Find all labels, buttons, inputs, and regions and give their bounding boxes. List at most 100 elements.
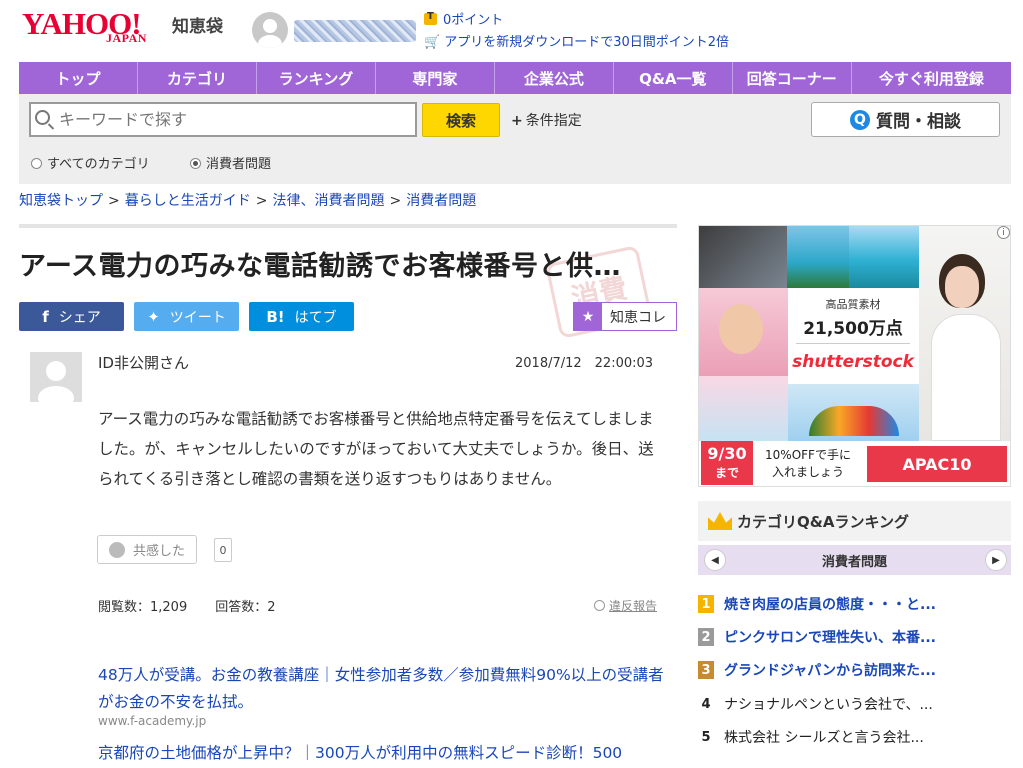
promo-off-line2: 入れましょう	[771, 465, 844, 479]
breadcrumb-separator: >	[255, 193, 268, 209]
share-hatena-button[interactable]: B! はてブ	[249, 302, 354, 331]
ranking-item[interactable]: 3 グランドジャパンから訪問来た...	[698, 655, 1011, 685]
radio-on-icon	[190, 158, 201, 169]
rank-badge: 2	[698, 628, 714, 646]
promo-date-line1: 9/30	[707, 444, 747, 463]
ranking-item[interactable]: 2 ピンクサロンで理性失い、本番...	[698, 622, 1011, 652]
question-stats: 閲覧数：1,209 回答数：2	[98, 596, 276, 615]
cart-icon: 🛒	[424, 35, 441, 50]
ranking-title: カテゴリQ&Aランキング	[737, 512, 909, 531]
search-input[interactable]	[29, 102, 417, 137]
points-label: 0ポイント	[443, 13, 504, 28]
empathy-count: 0	[214, 538, 232, 562]
conditions-link[interactable]: + 条件指定	[511, 110, 582, 130]
promo-box: 高品質素材 21,500万点 shutterstock	[788, 288, 918, 384]
report-label: 違反報告	[609, 599, 658, 613]
crown-icon	[708, 512, 732, 530]
scope-all-radio[interactable]: すべてのカテゴリ	[31, 153, 150, 172]
share-facebook-button[interactable]: f シェア	[19, 302, 124, 331]
ranking-item-label: 焼き肉屋の店員の態度・・・と...	[724, 597, 936, 613]
breadcrumb-separator: >	[108, 193, 120, 209]
chevron-left-icon: ◀	[711, 554, 719, 566]
breadcrumb-separator: >	[389, 193, 402, 209]
ranking-item[interactable]: 1 焼き肉屋の店員の態度・・・と...	[698, 589, 1011, 619]
banner-photo	[787, 226, 849, 288]
banner-photo	[719, 304, 763, 354]
breadcrumb: 知恵袋トップ > 暮らしと生活ガイド > 法律、消費者問題 > 消費者問題	[19, 190, 476, 210]
ranking-item-label: ナショナルペンという会社で、...	[724, 697, 933, 713]
ranking-item-label: ピンクサロンで理性失い、本番...	[724, 630, 936, 646]
promo-offer: 10%OFFで手に 入れましょう	[755, 444, 861, 484]
star-icon: ★	[574, 303, 602, 330]
question-title: アース電力の巧みな電話勧誘でお客様番号と供…	[19, 251, 622, 282]
breadcrumb-item[interactable]: 消費者問題	[406, 193, 476, 209]
nav-item-register[interactable]: 今すぐ利用登録	[852, 62, 1011, 94]
ranking-item[interactable]: 4 ナショナルペンという会社で、...	[698, 689, 1011, 719]
twitter-icon: ✦	[147, 307, 160, 326]
ranking-next-button[interactable]: ▶	[985, 549, 1007, 571]
radio-off-icon	[31, 158, 42, 169]
nav-item-answer-corner[interactable]: 回答コーナー	[733, 62, 852, 94]
chie-kore-label: 知恵コレ	[610, 309, 666, 326]
nav-item-top[interactable]: トップ	[19, 62, 138, 94]
search-button[interactable]: 検索	[422, 103, 500, 137]
text-ad-url: www.f-academy.jp	[98, 714, 207, 728]
nav-item-qa-list[interactable]: Q&A一覧	[614, 62, 733, 94]
banner-photo	[849, 226, 919, 288]
chevron-right-icon: ▶	[992, 554, 1000, 566]
text-ad-link[interactable]: 京都府の土地価格が上昇中？｜300万人が利用中の無料スピード診断！500	[98, 740, 670, 767]
person-icon	[38, 361, 74, 402]
ranking-item[interactable]: 5 株式会社 シールズと言う会社...	[698, 722, 1011, 752]
question-body: アース電力の巧みな電話勧誘でお客様番号と供給地点特定番号を伝えてしましました。が…	[98, 410, 654, 488]
empathy-label: 共感した	[132, 544, 185, 559]
breadcrumb-item[interactable]: 法律、消費者問題	[272, 193, 384, 209]
promo-brand: shutterstock	[792, 352, 914, 372]
plus-icon: +	[511, 113, 523, 129]
banner-photo	[809, 406, 899, 436]
share-twitter-button[interactable]: ✦ ツイート	[134, 302, 239, 331]
nav-item-ranking[interactable]: ランキング	[257, 62, 376, 94]
rank-badge: 5	[701, 729, 711, 745]
app-promo-link[interactable]: 🛒 アプリを新規ダウンロードで30日間ポイント2倍	[424, 31, 729, 50]
search-icon	[35, 110, 50, 125]
ask-question-button[interactable]: Q 質問・相談	[811, 102, 1000, 137]
scope-all-label: すべてのカテゴリ	[47, 157, 150, 172]
ranking-prev-button[interactable]: ◀	[704, 549, 726, 571]
ranking-item-label: 株式会社 シールズと言う会社...	[724, 730, 924, 746]
banner-ad[interactable]: 高品質素材 21,500万点 shutterstock 9/30 まで 10%OF…	[698, 225, 1011, 487]
ranking-category: 消費者問題	[698, 545, 1011, 575]
share-fb-label: シェア	[58, 309, 101, 326]
hatena-icon: B!	[266, 307, 285, 326]
prohibited-icon	[594, 600, 605, 611]
chie-kore-button[interactable]: ★ 知恵コレ	[573, 302, 677, 331]
logo-sub: JAPAN	[106, 31, 147, 45]
nav-item-official[interactable]: 企業公式	[495, 62, 614, 94]
question-avatar	[30, 352, 82, 402]
nav-item-category[interactable]: カテゴリ	[138, 62, 257, 94]
points-link[interactable]: 0ポイント	[424, 9, 503, 28]
facebook-icon: f	[42, 307, 49, 326]
answer-count: 回答数：2	[215, 600, 276, 615]
banner-photo	[945, 266, 979, 308]
smile-icon	[108, 541, 125, 558]
rank-badge: 1	[698, 595, 714, 613]
share-hb-label: はてブ	[294, 309, 337, 326]
banner-photo	[699, 376, 788, 441]
promo-code: APAC10	[865, 444, 1009, 484]
main-nav: トップ カテゴリ ランキング 専門家 企業公式 Q&A一覧 回答コーナー 今すぐ…	[19, 62, 1011, 94]
nav-item-experts[interactable]: 専門家	[376, 62, 495, 94]
report-link[interactable]: 違反報告	[594, 597, 657, 614]
divider	[19, 224, 677, 228]
person-icon	[258, 19, 282, 48]
ad-info-icon[interactable]: i	[997, 226, 1010, 239]
breadcrumb-item[interactable]: 暮らしと生活ガイド	[125, 193, 251, 209]
breadcrumb-item[interactable]: 知恵袋トップ	[19, 193, 103, 209]
question-user: ID非公開さん	[98, 354, 189, 372]
scope-current-radio[interactable]: 消費者問題	[190, 153, 271, 172]
promo-date-line2: まで	[714, 466, 739, 480]
empathy-button[interactable]: 共感した	[97, 535, 197, 564]
conditions-label: 条件指定	[525, 113, 582, 129]
user-avatar[interactable]	[252, 12, 288, 48]
site-name: 知恵袋	[172, 17, 223, 37]
text-ad-link[interactable]: 48万人が受講。お金の教養講座｜女性参加者多数／参加費無料90%以上の受講者がお…	[98, 662, 670, 716]
